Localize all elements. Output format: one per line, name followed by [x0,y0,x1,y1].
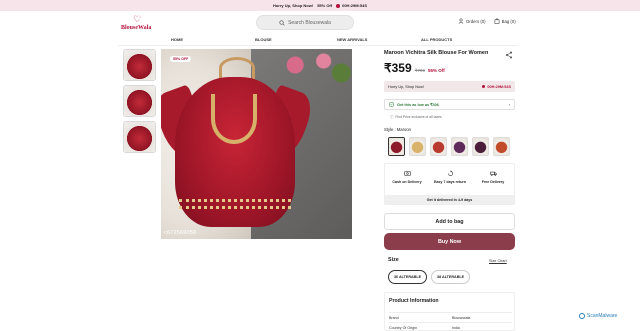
style-swatch-6[interactable] [493,137,510,156]
current-price: ₹359 [384,61,412,75]
hurry-text: Hurry Up, Shop Now! [388,84,424,89]
size-chart-link[interactable]: Size Chart [489,259,507,263]
info-value: Blousewala [452,316,471,320]
offer-row[interactable]: Get this as low as ₹306 › [384,99,515,110]
style-swatch-4[interactable] [451,137,468,156]
size-options: 36 ALTERABLE 38 ALTERABLE [388,270,471,284]
nav-item-blouse[interactable]: BLOUSE [255,37,272,42]
nav-item-new-arrivals[interactable]: NEW ARRIVALS [337,37,367,42]
thumbnail-image [124,86,155,116]
thumbnail-2[interactable] [123,85,156,117]
price-block: ₹359 ₹799 55% Off [384,61,445,75]
scanmalware-text: ScanMalware [587,313,618,319]
search-input[interactable]: Search Blousewala [256,15,354,30]
buy-now-button[interactable]: Buy Now [384,233,515,250]
thumbnail-image [124,122,155,152]
discount-label: 55% Off [428,68,445,73]
bag-link[interactable]: Bag (0) [494,18,516,24]
product-information: Product Information Brand Blousewala Cou… [384,292,515,331]
swatch-fill [431,138,446,155]
thumbnail-1[interactable] [123,49,156,81]
free-delivery-item: Free Delivery [473,170,513,184]
nav-item-home[interactable]: HOME [171,37,183,42]
user-icon [458,18,464,24]
main-nav: HOME BLOUSE NEW ARRIVALS ALL PRODUCTS [0,36,640,44]
cod-item: Cash on Delivery [387,170,427,184]
info-value: India [452,326,460,330]
size-option-38[interactable]: 38 ALTERABLE [431,270,471,284]
style-swatch-2[interactable] [409,137,426,156]
style-label: Style : Maroon [384,127,411,132]
cod-label: Cash on Delivery [392,180,422,184]
orders-label: Orders (0) [466,18,486,24]
swatch-fill [389,138,404,155]
image-watermark: c672569058 [164,230,197,236]
nav-divider [118,45,518,46]
header: ♡ BlouseWala Search Blousewala Orders (0… [0,11,640,35]
image-flowers [281,49,352,89]
offer-subtext-label: Find Price inclusive of all taxes [395,114,442,119]
return-icon [447,170,453,176]
hurry-timer: 00H:29M:54S [481,84,511,89]
swatch-fill [452,138,467,155]
size-option-36[interactable]: 36 ALTERABLE [388,270,428,284]
delivery-eta: Get it delivered in 4-9 days [385,195,514,204]
thumbnail-3[interactable] [123,121,156,153]
offer-tag-icon [389,102,394,107]
style-swatch-1[interactable] [388,137,405,156]
hurry-banner: Hurry Up, Shop Now! 00H:29M:54S [384,81,515,92]
promo-bar: Hurry Up, Shop Now! 55% Off 00H:29M:54S [0,0,640,11]
clock-icon [336,3,341,8]
scanmalware-logo-icon [579,313,585,319]
info-row: Brand Blousewala [389,312,512,320]
chevron-right-icon: › [508,102,510,107]
image-hanger [219,57,255,79]
info-icon: ⓘ [390,115,394,119]
header-links: Orders (0) Bag (0) [458,18,516,24]
brand-logo[interactable]: ♡ BlouseWala [121,15,157,35]
image-blouse-neckline [211,94,257,144]
scanmalware-watermark: ScanMalware [579,313,617,319]
share-icon[interactable] [505,51,513,59]
returns-item: Easy 7 days return [430,170,470,184]
promo-discount: 55% Off [317,3,333,8]
thumbnail-image [124,50,155,80]
offer-text: Get this as low as ₹306 [397,103,439,107]
delivery-info: Cash on Delivery Easy 7 days return Free… [384,163,515,205]
mrp-price: ₹799 [414,68,426,73]
search-placeholder: Search Blousewala [288,19,331,26]
size-label: Size [388,257,399,263]
discount-badge: 55% OFF [170,56,192,62]
info-key: Brand [389,316,399,320]
promo-timer-text: 00H:29M:54S [342,3,368,8]
cash-icon [403,171,411,176]
product-title: Maroon Vichitra Silk Blouse For Women [384,50,489,56]
clock-icon [481,84,486,89]
truck-icon [489,171,497,176]
logo-text: BlouseWala [121,25,152,31]
product-main-image[interactable]: 55% OFF c672569058 [161,49,352,239]
style-swatch-5[interactable] [472,137,489,156]
offer-subtext: ⓘ Find Price inclusive of all taxes [390,114,442,120]
orders-link[interactable]: Orders (0) [458,18,486,24]
product-info-heading: Product Information [389,298,439,304]
style-swatch-3[interactable] [430,137,447,156]
swatch-fill [494,138,509,155]
info-key: Country Of Origin [389,326,417,330]
logo-mark-icon: ♡ [132,14,142,24]
promo-timer: 00H:29M:54S [336,3,367,8]
info-row: Country Of Origin India [389,322,512,330]
swatch-fill [410,138,425,155]
promo-text: Hurry Up, Shop Now! [272,3,314,8]
swatch-fill [473,138,488,155]
search-icon [279,19,285,26]
free-delivery-label: Free Delivery [481,180,505,184]
add-to-bag-button[interactable]: Add to bag [384,213,515,230]
nav-item-all-products[interactable]: ALL PRODUCTS [421,37,452,42]
bag-icon [494,18,499,24]
hurry-timer-text: 00H:29M:54S [487,84,511,89]
bag-label: Bag (0) [501,18,516,24]
image-blouse-embroidery [179,199,291,209]
returns-label: Easy 7 days return [434,180,466,184]
